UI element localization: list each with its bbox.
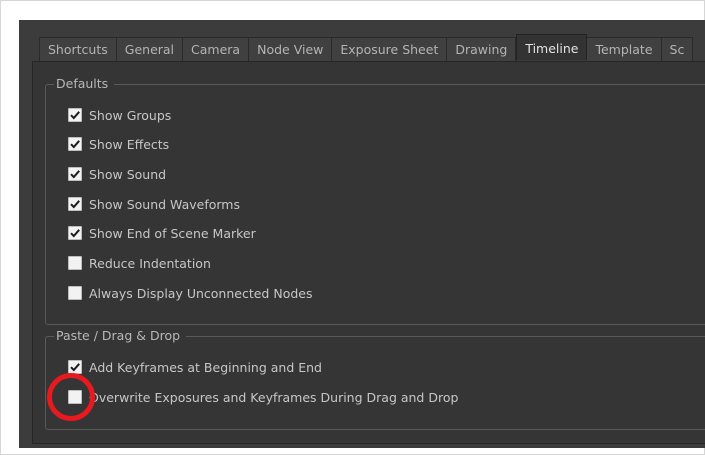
overwrite-exposures-option[interactable]: Overwrite Exposures and Keyframes During…	[68, 387, 458, 407]
show-sound-label: Show Sound	[89, 166, 167, 182]
overwrite-exposures-checkbox[interactable]	[68, 390, 82, 404]
defaults-group: Defaults Show Groups Show Effects Show S…	[45, 76, 705, 325]
checkmark-icon	[70, 200, 80, 209]
show-effects-checkbox[interactable]	[68, 137, 82, 151]
overwrite-exposures-label: Overwrite Exposures and Keyframes During…	[89, 389, 459, 405]
show-effects-label: Show Effects	[89, 136, 170, 152]
show-sound-waveforms-checkbox[interactable]	[68, 197, 82, 211]
show-groups-checkbox[interactable]	[68, 108, 82, 122]
tab-bar: Shortcuts General Camera Node View Expos…	[39, 34, 694, 62]
paste-drag-drop-group: Paste / Drag & Drop Add Keyframes at Beg…	[45, 328, 705, 430]
add-keyframes-label: Add Keyframes at Beginning and End	[89, 359, 322, 375]
checkmark-icon	[70, 170, 80, 179]
checkmark-icon	[70, 140, 80, 149]
reduce-indentation-option[interactable]: Reduce Indentation	[68, 253, 211, 273]
tab-general[interactable]: General	[116, 37, 184, 61]
reduce-indentation-checkbox[interactable]	[68, 256, 82, 270]
tab-timeline[interactable]: Timeline	[516, 34, 588, 60]
show-end-of-scene-marker-checkbox[interactable]	[68, 226, 82, 240]
tab-template[interactable]: Template	[587, 37, 662, 61]
defaults-group-title: Defaults	[54, 76, 115, 92]
show-sound-option[interactable]: Show Sound	[68, 164, 166, 184]
paste-drag-drop-group-title: Paste / Drag & Drop	[54, 328, 187, 344]
show-sound-waveforms-label: Show Sound Waveforms	[89, 196, 241, 212]
show-end-of-scene-marker-label: Show End of Scene Marker	[89, 225, 256, 241]
add-keyframes-checkbox[interactable]	[68, 360, 82, 374]
show-groups-label: Show Groups	[89, 107, 172, 123]
always-display-unconnected-nodes-checkbox[interactable]	[68, 286, 82, 300]
show-sound-waveforms-option[interactable]: Show Sound Waveforms	[68, 194, 240, 214]
tab-exposure-sheet[interactable]: Exposure Sheet	[332, 37, 448, 61]
show-groups-option[interactable]: Show Groups	[68, 105, 171, 125]
checkmark-icon	[70, 363, 80, 372]
timeline-tab-panel: Defaults Show Groups Show Effects Show S…	[32, 61, 705, 444]
reduce-indentation-label: Reduce Indentation	[89, 255, 211, 271]
always-display-unconnected-nodes-option[interactable]: Always Display Unconnected Nodes	[68, 283, 312, 303]
always-display-unconnected-nodes-label: Always Display Unconnected Nodes	[89, 285, 313, 301]
show-effects-option[interactable]: Show Effects	[68, 134, 169, 154]
show-end-of-scene-marker-option[interactable]: Show End of Scene Marker	[68, 223, 256, 243]
add-keyframes-option[interactable]: Add Keyframes at Beginning and End	[68, 357, 322, 377]
tab-drawing[interactable]: Drawing	[447, 37, 517, 61]
tab-scripting[interactable]: Sc	[661, 37, 694, 61]
show-sound-checkbox[interactable]	[68, 167, 82, 181]
tab-node-view[interactable]: Node View	[249, 37, 333, 61]
tab-shortcuts[interactable]: Shortcuts	[39, 37, 117, 61]
checkmark-icon	[70, 111, 80, 120]
checkmark-icon	[70, 229, 80, 238]
tab-camera[interactable]: Camera	[183, 37, 250, 61]
preferences-dialog: Shortcuts General Camera Node View Expos…	[19, 20, 705, 448]
